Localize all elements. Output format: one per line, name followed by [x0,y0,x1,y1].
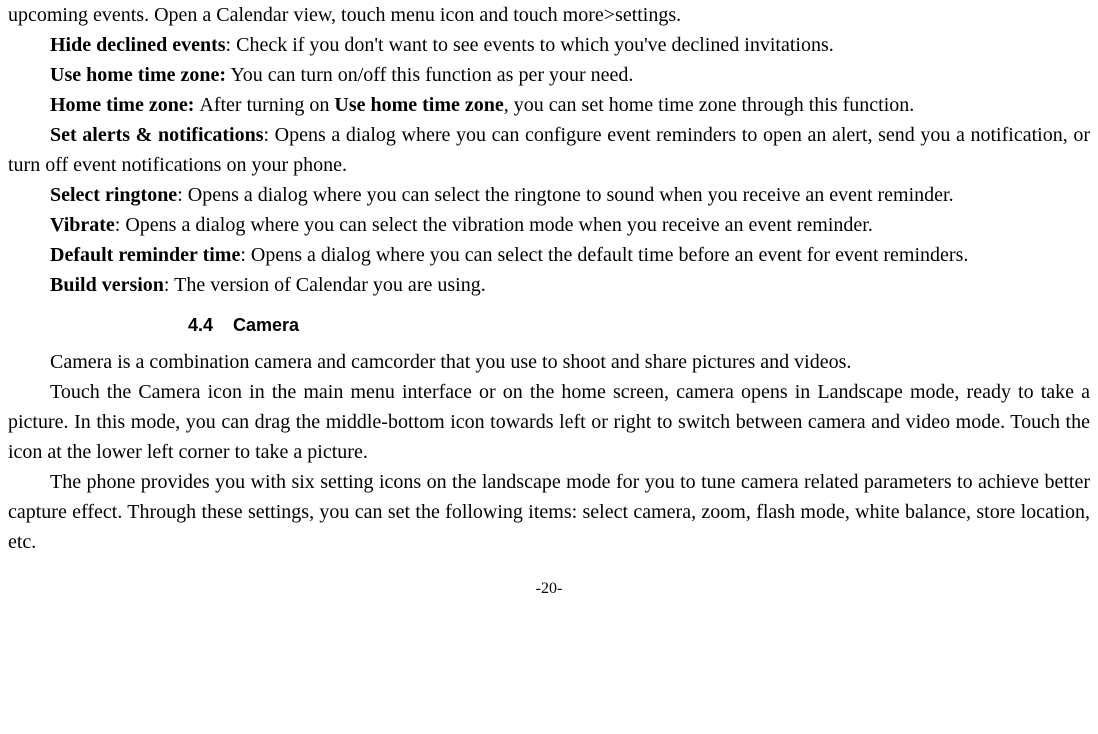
section-title: Camera [233,315,299,335]
text-use-home-tz: You can turn on/off this function as per… [226,64,633,86]
bold-home-tz-2: Use home time zone [334,94,503,116]
bold-home-tz-1: Home time zone: [50,94,199,116]
text-default-reminder: : Opens a dialog where you can select th… [240,244,968,266]
paragraph-camera-1: Camera is a combination camera and camco… [8,347,1090,377]
paragraph-vibrate: Vibrate: Opens a dialog where you can se… [8,210,1090,240]
paragraph-alerts: Set alerts & notifications: Opens a dial… [8,120,1090,180]
paragraph-ringtone: Select ringtone: Opens a dialog where yo… [8,180,1090,210]
text-ringtone: : Opens a dialog where you can select th… [177,184,953,206]
bold-alerts: Set alerts & notifications [50,124,264,146]
text-vibrate: : Opens a dialog where you can select th… [115,214,873,236]
bold-ringtone: Select ringtone [50,184,177,206]
document-page: upcoming events. Open a Calendar view, t… [8,0,1090,601]
paragraph-home-tz: Home time zone: After turning on Use hom… [8,90,1090,120]
text-home-tz-1: After turning on [199,94,334,116]
bold-use-home-tz: Use home time zone: [50,64,226,86]
bold-build-version: Build version [50,274,164,296]
bold-vibrate: Vibrate [50,214,115,236]
bold-hide-declined: Hide declined events [50,34,226,56]
section-number: 4.4 [98,312,213,339]
section-heading-camera: 4.4 Camera [8,312,1090,339]
text-home-tz-2: , you can set home time zone through thi… [504,94,914,116]
paragraph-default-reminder: Default reminder time: Opens a dialog wh… [8,240,1090,270]
paragraph-build-version: Build version: The version of Calendar y… [8,270,1090,300]
page-number: -20- [8,577,1090,601]
bold-default-reminder: Default reminder time [50,244,240,266]
text-hide-declined: : Check if you don't want to see events … [226,34,834,56]
paragraph-camera-3: The phone provides you with six setting … [8,467,1090,557]
paragraph-upcoming: upcoming events. Open a Calendar view, t… [8,0,1090,30]
paragraph-camera-2: Touch the Camera icon in the main menu i… [8,377,1090,467]
text-build-version: : The version of Calendar you are using. [164,274,486,296]
paragraph-use-home-tz: Use home time zone: You can turn on/off … [8,60,1090,90]
paragraph-hide-declined: Hide declined events: Check if you don't… [8,30,1090,60]
